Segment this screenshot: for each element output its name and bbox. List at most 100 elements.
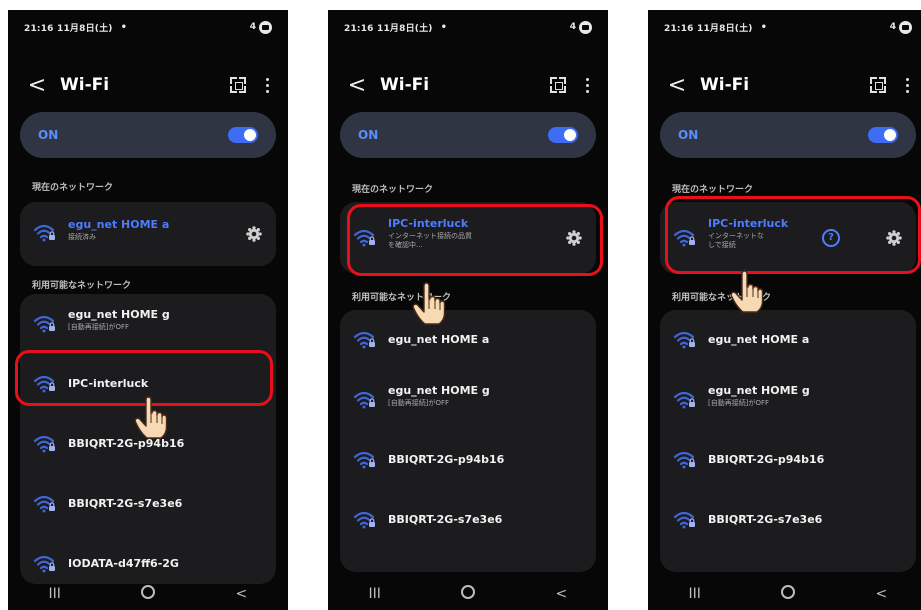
network-row[interactable]: BBIQRT-2G-s7e3e6	[660, 490, 916, 550]
wifi-locked-icon	[354, 511, 376, 529]
wifi-switch[interactable]	[548, 127, 578, 143]
network-row[interactable]: BBIQRT-2G-p94b16	[660, 430, 916, 490]
qr-scan-icon[interactable]	[230, 77, 246, 93]
network-ssid: egu_net HOME g	[708, 384, 810, 397]
back-button[interactable]: <	[666, 73, 688, 98]
signal-indicator: 4	[889, 22, 896, 32]
qr-scan-icon[interactable]	[550, 77, 566, 93]
home-icon	[780, 585, 795, 599]
info-question-icon[interactable]: ?	[822, 229, 840, 247]
home-button[interactable]	[448, 585, 488, 603]
network-row[interactable]: egu_net HOME a	[340, 310, 596, 370]
home-button[interactable]	[768, 585, 808, 603]
current-network-row[interactable]: IPC-interluck インターネット接続の品質 を確認中...	[340, 202, 596, 274]
current-network-label: 現在のネットワーク	[352, 185, 434, 195]
recents-button[interactable]: III	[355, 586, 395, 602]
status-bar: 21:16 11月8日(土) • 4	[344, 16, 592, 38]
wifi-locked-icon	[354, 229, 376, 247]
current-status-line1: インターネットな	[708, 232, 764, 240]
tap-hand-icon	[730, 270, 764, 314]
network-row[interactable]: BBIQRT-2G-s7e3e6	[20, 474, 276, 534]
wifi-locked-icon	[674, 451, 696, 469]
wifi-toggle-label: ON	[38, 128, 59, 142]
wifi-locked-icon	[34, 495, 56, 513]
back-button[interactable]: <	[346, 73, 368, 98]
qr-scan-icon[interactable]	[870, 77, 886, 93]
current-status-line2: を確認中...	[388, 241, 423, 249]
nav-bar: III <	[648, 578, 921, 610]
current-network-card: IPC-interluck インターネットな しで接続 ?	[660, 202, 916, 274]
wifi-locked-icon	[354, 451, 376, 469]
wifi-locked-icon	[674, 391, 696, 409]
network-ssid: egu_net HOME g	[68, 308, 170, 321]
signal-indicator: 4	[249, 22, 256, 32]
wifi-toggle-label: ON	[678, 128, 699, 142]
battery-icon	[259, 20, 272, 34]
more-options-icon[interactable]	[906, 77, 910, 93]
home-icon	[140, 585, 155, 599]
network-row[interactable]: egu_net HOME a	[660, 310, 916, 370]
battery-icon	[579, 20, 592, 34]
battery-icon	[899, 20, 912, 34]
more-options-icon[interactable]	[586, 77, 590, 93]
network-row[interactable]: IODATA-d47ff6-2G	[20, 534, 276, 584]
more-options-icon[interactable]	[266, 77, 270, 93]
network-ssid: IPC-interluck	[68, 377, 149, 390]
status-time: 21:16 11月8日(土)	[664, 23, 753, 34]
current-ssid: IPC-interluck	[388, 217, 469, 230]
recents-button[interactable]: III	[35, 586, 75, 602]
network-ssid: egu_net HOME a	[388, 333, 490, 346]
network-sub: [自動再接続]がOFF	[388, 399, 450, 407]
current-status-line2: しで接続	[708, 241, 736, 249]
wifi-toggle-label: ON	[358, 128, 379, 142]
page-title: Wi-Fi	[60, 75, 110, 95]
network-row[interactable]: egu_net HOME g [自動再接続]がOFF	[340, 370, 596, 430]
nav-back-button[interactable]: <	[221, 586, 261, 602]
wifi-toggle-row[interactable]: ON	[340, 112, 596, 158]
wifi-toggle-row[interactable]: ON	[660, 112, 916, 158]
back-button[interactable]: <	[26, 73, 48, 98]
network-row[interactable]: BBIQRT-2G-p94b16	[340, 430, 596, 490]
current-network-card: IPC-interluck インターネット接続の品質 を確認中...	[340, 202, 596, 274]
settings-gear-icon[interactable]	[246, 226, 262, 242]
available-networks-card: egu_net HOME a egu_net HOME g [自動再接続]がOF…	[340, 310, 596, 572]
network-ssid: BBIQRT-2G-p94b16	[708, 453, 825, 466]
wifi-locked-icon	[354, 391, 376, 409]
home-button[interactable]	[128, 585, 168, 603]
status-bar: 21:16 11月8日(土) • 4	[24, 16, 272, 38]
wifi-locked-icon	[34, 315, 56, 333]
home-icon	[460, 585, 475, 599]
wifi-locked-icon	[674, 511, 696, 529]
current-ssid: egu_net HOME a	[68, 218, 170, 231]
page-title: Wi-Fi	[700, 75, 750, 95]
network-ssid: BBIQRT-2G-s7e3e6	[68, 497, 183, 510]
available-networks-label: 利用可能なネットワーク	[32, 281, 132, 291]
wifi-switch[interactable]	[868, 127, 898, 143]
network-ssid: IODATA-d47ff6-2G	[68, 557, 179, 570]
wifi-switch[interactable]	[228, 127, 258, 143]
nav-bar: III <	[8, 578, 288, 610]
network-row[interactable]: egu_net HOME g [自動再接続]がOFF	[660, 370, 916, 430]
app-header: < Wi-Fi	[648, 65, 921, 105]
wifi-locked-icon	[34, 224, 56, 242]
app-header: < Wi-Fi	[8, 65, 288, 105]
status-dot: •	[120, 21, 128, 33]
current-network-row[interactable]: egu_net HOME a 接続済み	[20, 202, 276, 266]
nav-back-button[interactable]: <	[541, 586, 581, 602]
network-row[interactable]: BBIQRT-2G-s7e3e6	[340, 490, 596, 550]
current-status: 接続済み	[68, 233, 96, 241]
wifi-locked-icon	[674, 229, 696, 247]
phone-screen-2: 21:16 11月8日(土) • 4 < Wi-Fi ON 現在のネットワーク …	[328, 10, 608, 610]
nav-back-button[interactable]: <	[861, 586, 901, 602]
current-network-row[interactable]: IPC-interluck インターネットな しで接続 ?	[660, 202, 916, 274]
tap-hand-icon	[134, 396, 168, 440]
recents-button[interactable]: III	[675, 586, 715, 602]
network-row[interactable]: egu_net HOME g [自動再接続]がOFF	[20, 294, 276, 354]
status-time: 21:16 11月8日(土)	[24, 23, 113, 34]
settings-gear-icon[interactable]	[886, 230, 902, 246]
current-ssid: IPC-interluck	[708, 217, 789, 230]
current-network-label: 現在のネットワーク	[672, 185, 754, 195]
wifi-toggle-row[interactable]: ON	[20, 112, 276, 158]
settings-gear-icon[interactable]	[566, 230, 582, 246]
wifi-locked-icon	[674, 331, 696, 349]
